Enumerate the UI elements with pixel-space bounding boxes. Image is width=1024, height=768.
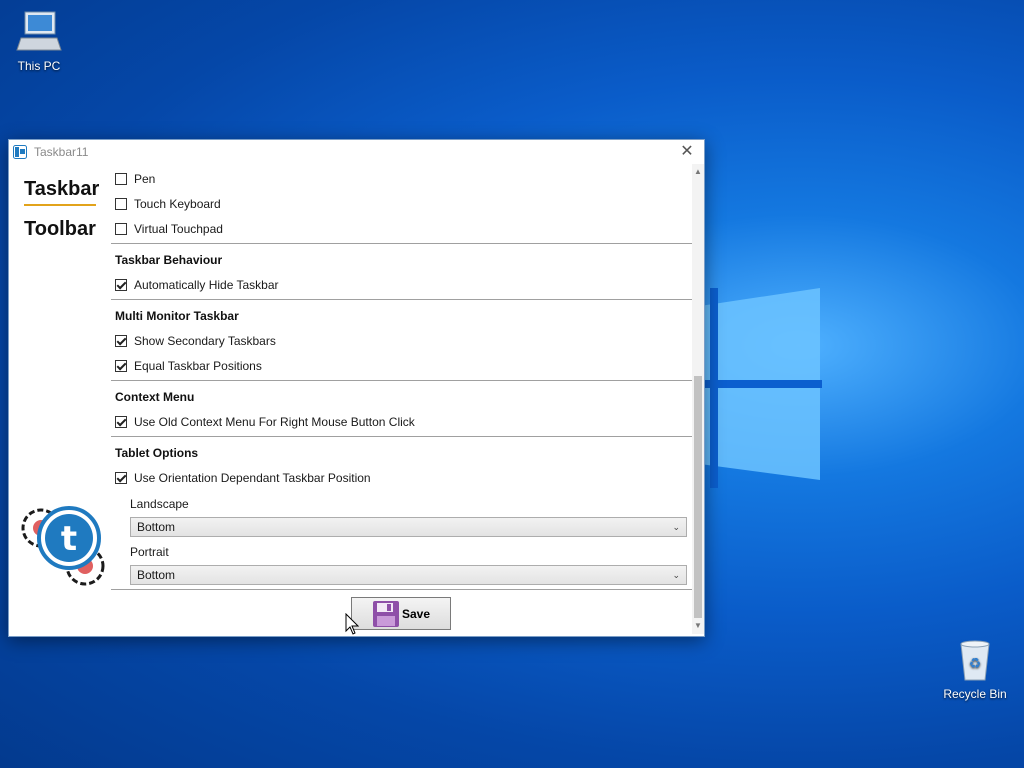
vertical-scrollbar[interactable]: ▲ ▼ bbox=[692, 164, 704, 634]
checkbox-box[interactable] bbox=[115, 223, 127, 235]
scroll-up-icon[interactable]: ▲ bbox=[692, 166, 704, 178]
computer-icon bbox=[16, 11, 62, 51]
checkbox-label: Touch Keyboard bbox=[134, 197, 221, 211]
checkbox-orientation-dependant[interactable]: Use Orientation Dependant Taskbar Positi… bbox=[115, 470, 371, 486]
divider bbox=[111, 436, 692, 437]
section-title-multi-monitor: Multi Monitor Taskbar bbox=[115, 309, 239, 323]
chevron-down-icon: ⌄ bbox=[672, 522, 680, 532]
section-title-taskbar-behaviour: Taskbar Behaviour bbox=[115, 253, 223, 267]
checkbox-pen[interactable]: Pen bbox=[115, 171, 155, 187]
close-icon: ✕ bbox=[680, 143, 694, 160]
window-title: Taskbar11 bbox=[34, 145, 89, 159]
title-bar[interactable]: Taskbar11 ✕ bbox=[9, 140, 704, 164]
nav-item-toolbar[interactable]: Toolbar bbox=[24, 218, 96, 241]
checkbox-label: Equal Taskbar Positions bbox=[134, 359, 262, 373]
chevron-down-icon: ⌄ bbox=[672, 570, 680, 580]
landscape-select-value: Bottom bbox=[137, 520, 176, 534]
checkbox-box[interactable] bbox=[115, 335, 127, 347]
checkbox-touch-keyboard[interactable]: Touch Keyboard bbox=[115, 196, 221, 212]
landscape-select[interactable]: Bottom ⌄ bbox=[130, 517, 687, 537]
recycle-bin-icon: ♻ bbox=[960, 640, 990, 681]
divider bbox=[111, 380, 692, 381]
checkbox-box[interactable] bbox=[115, 472, 127, 484]
svg-text:♻: ♻ bbox=[969, 656, 982, 672]
checkbox-box[interactable] bbox=[115, 416, 127, 428]
nav-selected-indicator bbox=[24, 204, 96, 206]
portrait-select[interactable]: Bottom ⌄ bbox=[130, 565, 687, 585]
save-button[interactable]: Save bbox=[351, 597, 451, 630]
divider bbox=[111, 589, 692, 590]
desktop-icon-label: This PC bbox=[17, 59, 61, 73]
desktop-icon-recycle-bin[interactable]: ♻ Recycle Bin bbox=[940, 638, 1010, 701]
svg-text:t: t bbox=[61, 519, 77, 559]
checkbox-label: Pen bbox=[134, 172, 156, 186]
checkbox-equal-taskbar-positions[interactable]: Equal Taskbar Positions bbox=[115, 358, 262, 374]
floppy-disk-icon bbox=[372, 600, 399, 627]
options-panel: Pen Touch Keyboard Virtual Touchpad Task… bbox=[109, 164, 692, 632]
save-button-label: Save bbox=[401, 606, 431, 621]
desktop-icon-this-pc[interactable]: This PC bbox=[4, 8, 74, 73]
desktop-icon-label: Recycle Bin bbox=[943, 687, 1007, 701]
taskbar11-app-icon bbox=[13, 145, 27, 159]
checkbox-virtual-touchpad[interactable]: Virtual Touchpad bbox=[115, 221, 223, 237]
divider bbox=[111, 299, 692, 300]
checkbox-label: Show Secondary Taskbars bbox=[134, 334, 276, 348]
mouse-cursor-icon bbox=[345, 613, 359, 635]
checkbox-label: Use Orientation Dependant Taskbar Positi… bbox=[134, 471, 371, 485]
nav-item-taskbar[interactable]: Taskbar bbox=[24, 178, 99, 201]
gear-logo-icon: t bbox=[21, 506, 105, 586]
windows-logo-wallpaper bbox=[700, 288, 822, 488]
checkbox-box[interactable] bbox=[115, 198, 127, 210]
section-title-context-menu: Context Menu bbox=[115, 390, 195, 404]
checkbox-old-context-menu[interactable]: Use Old Context Menu For Right Mouse But… bbox=[115, 414, 415, 430]
checkbox-auto-hide-taskbar[interactable]: Automatically Hide Taskbar bbox=[115, 277, 279, 293]
checkbox-label: Automatically Hide Taskbar bbox=[134, 278, 279, 292]
checkbox-box[interactable] bbox=[115, 279, 127, 291]
divider bbox=[111, 243, 692, 244]
scrollbar-thumb[interactable] bbox=[694, 376, 702, 618]
checkbox-box[interactable] bbox=[115, 360, 127, 372]
checkbox-box[interactable] bbox=[115, 173, 127, 185]
scroll-down-icon[interactable]: ▼ bbox=[692, 620, 704, 632]
close-button[interactable]: ✕ bbox=[676, 142, 698, 162]
portrait-select-value: Bottom bbox=[137, 568, 176, 582]
checkbox-label: Use Old Context Menu For Right Mouse But… bbox=[134, 415, 415, 429]
portrait-label: Portrait bbox=[130, 545, 169, 559]
taskbar11-window: Taskbar11 ✕ Taskbar Toolbar t Pen Touch … bbox=[8, 139, 705, 637]
checkbox-label: Virtual Touchpad bbox=[134, 222, 223, 236]
checkbox-show-secondary-taskbars[interactable]: Show Secondary Taskbars bbox=[115, 333, 276, 349]
section-title-tablet-options: Tablet Options bbox=[115, 446, 199, 460]
landscape-label: Landscape bbox=[130, 497, 189, 511]
